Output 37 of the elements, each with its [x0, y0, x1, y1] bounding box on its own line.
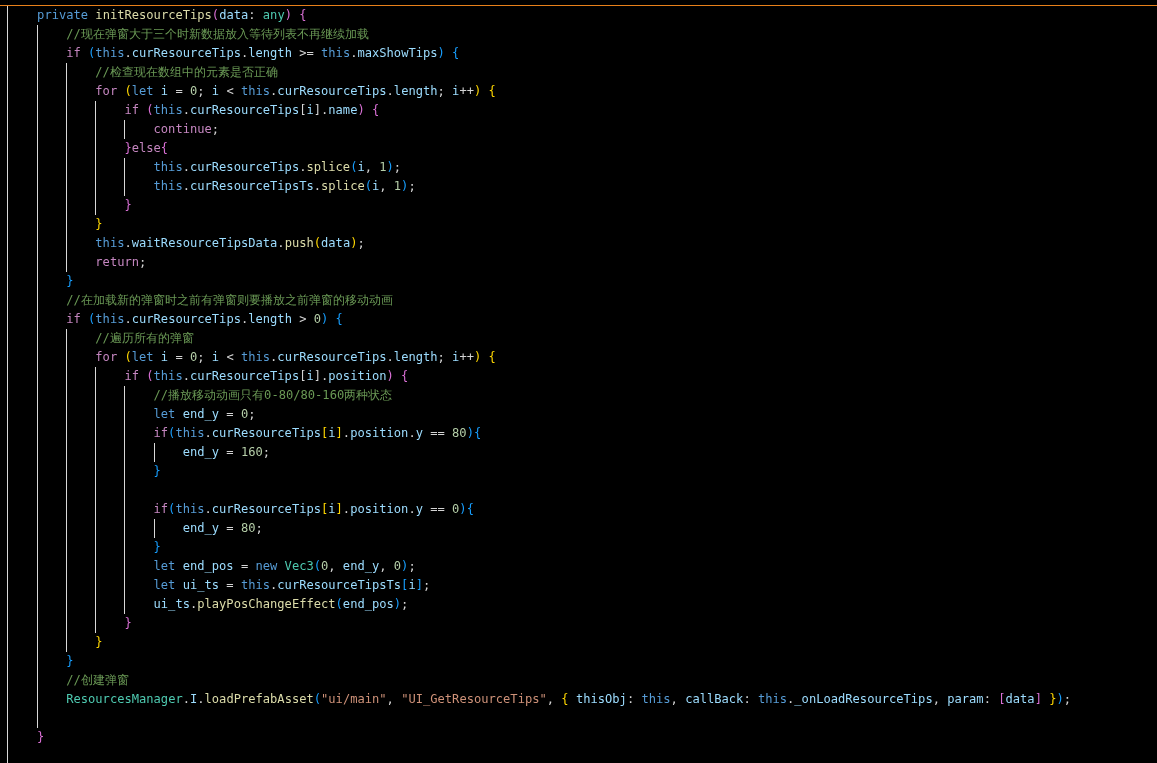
- code-line: }: [8, 272, 74, 291]
- code-line: private initResourceTips(data: any) {: [36, 7, 307, 24]
- code-line: }: [8, 196, 132, 215]
- code-line: //现在弹窗大于三个时新数据放入等待列表不再继续加载: [8, 25, 369, 44]
- code-line: if (this.curResourceTips.length > 0) {: [8, 310, 343, 329]
- code-line: }: [8, 614, 132, 633]
- code-line: }: [36, 729, 45, 746]
- code-line: end_y = 160;: [8, 443, 271, 462]
- code-line: return;: [8, 253, 147, 272]
- code-line: //检查现在数组中的元素是否正确: [8, 63, 278, 82]
- code-line: let end_y = 0;: [8, 405, 256, 424]
- code-line: this.curResourceTips.splice(i, 1);: [8, 158, 402, 177]
- code-line: }: [8, 538, 161, 557]
- code-line: //遍历所有的弹窗: [8, 329, 194, 348]
- code-line: this.curResourceTipsTs.splice(i, 1);: [8, 177, 416, 196]
- code-line: let ui_ts = this.curResourceTipsTs[i];: [8, 576, 431, 595]
- code-line: if (this.curResourceTips[i].name) {: [8, 101, 380, 120]
- code-line: //创建弹窗: [8, 671, 129, 690]
- code-line: for (let i = 0; i < this.curResourceTips.length; i++) {: [8, 82, 496, 101]
- code-line: }: [8, 652, 74, 671]
- code-line: }: [8, 215, 103, 234]
- code-line: if(this.curResourceTips[i].position.y == 80){: [8, 424, 482, 443]
- code-line: }else{: [8, 139, 169, 158]
- code-line: }: [8, 633, 103, 652]
- code-line: this.waitResourceTipsData.push(data);: [8, 234, 365, 253]
- code-line: if (this.curResourceTips.length >= this.maxShowTips) {: [8, 44, 460, 63]
- code-line: let end_pos = new Vec3(0, end_y, 0);: [8, 557, 416, 576]
- code-line: continue;: [8, 120, 220, 139]
- code-line: if(this.curResourceTips[i].position.y == 0){: [8, 500, 474, 519]
- code-line: if (this.curResourceTips[i].position) {: [8, 367, 409, 386]
- code-line: end_y = 80;: [8, 519, 263, 538]
- code-line: ResourcesManager.I.loadPrefabAsset("ui/main", "UI_GetResourceTips", { thisObj: this, callBack: this._onLoadResourceTips, param: [data] });: [8, 690, 1072, 709]
- code-line: }: [8, 462, 161, 481]
- code-line: ui_ts.playPosChangeEffect(end_pos);: [8, 595, 409, 614]
- code-line: //在加载新的弹窗时之前有弹窗则要播放之前弹窗的移动动画: [8, 291, 393, 310]
- code-line: //播放移动动画只有0-80/80-160两种状态: [8, 386, 393, 405]
- code-line: for (let i = 0; i < this.curResourceTips.length; i++) {: [8, 348, 496, 367]
